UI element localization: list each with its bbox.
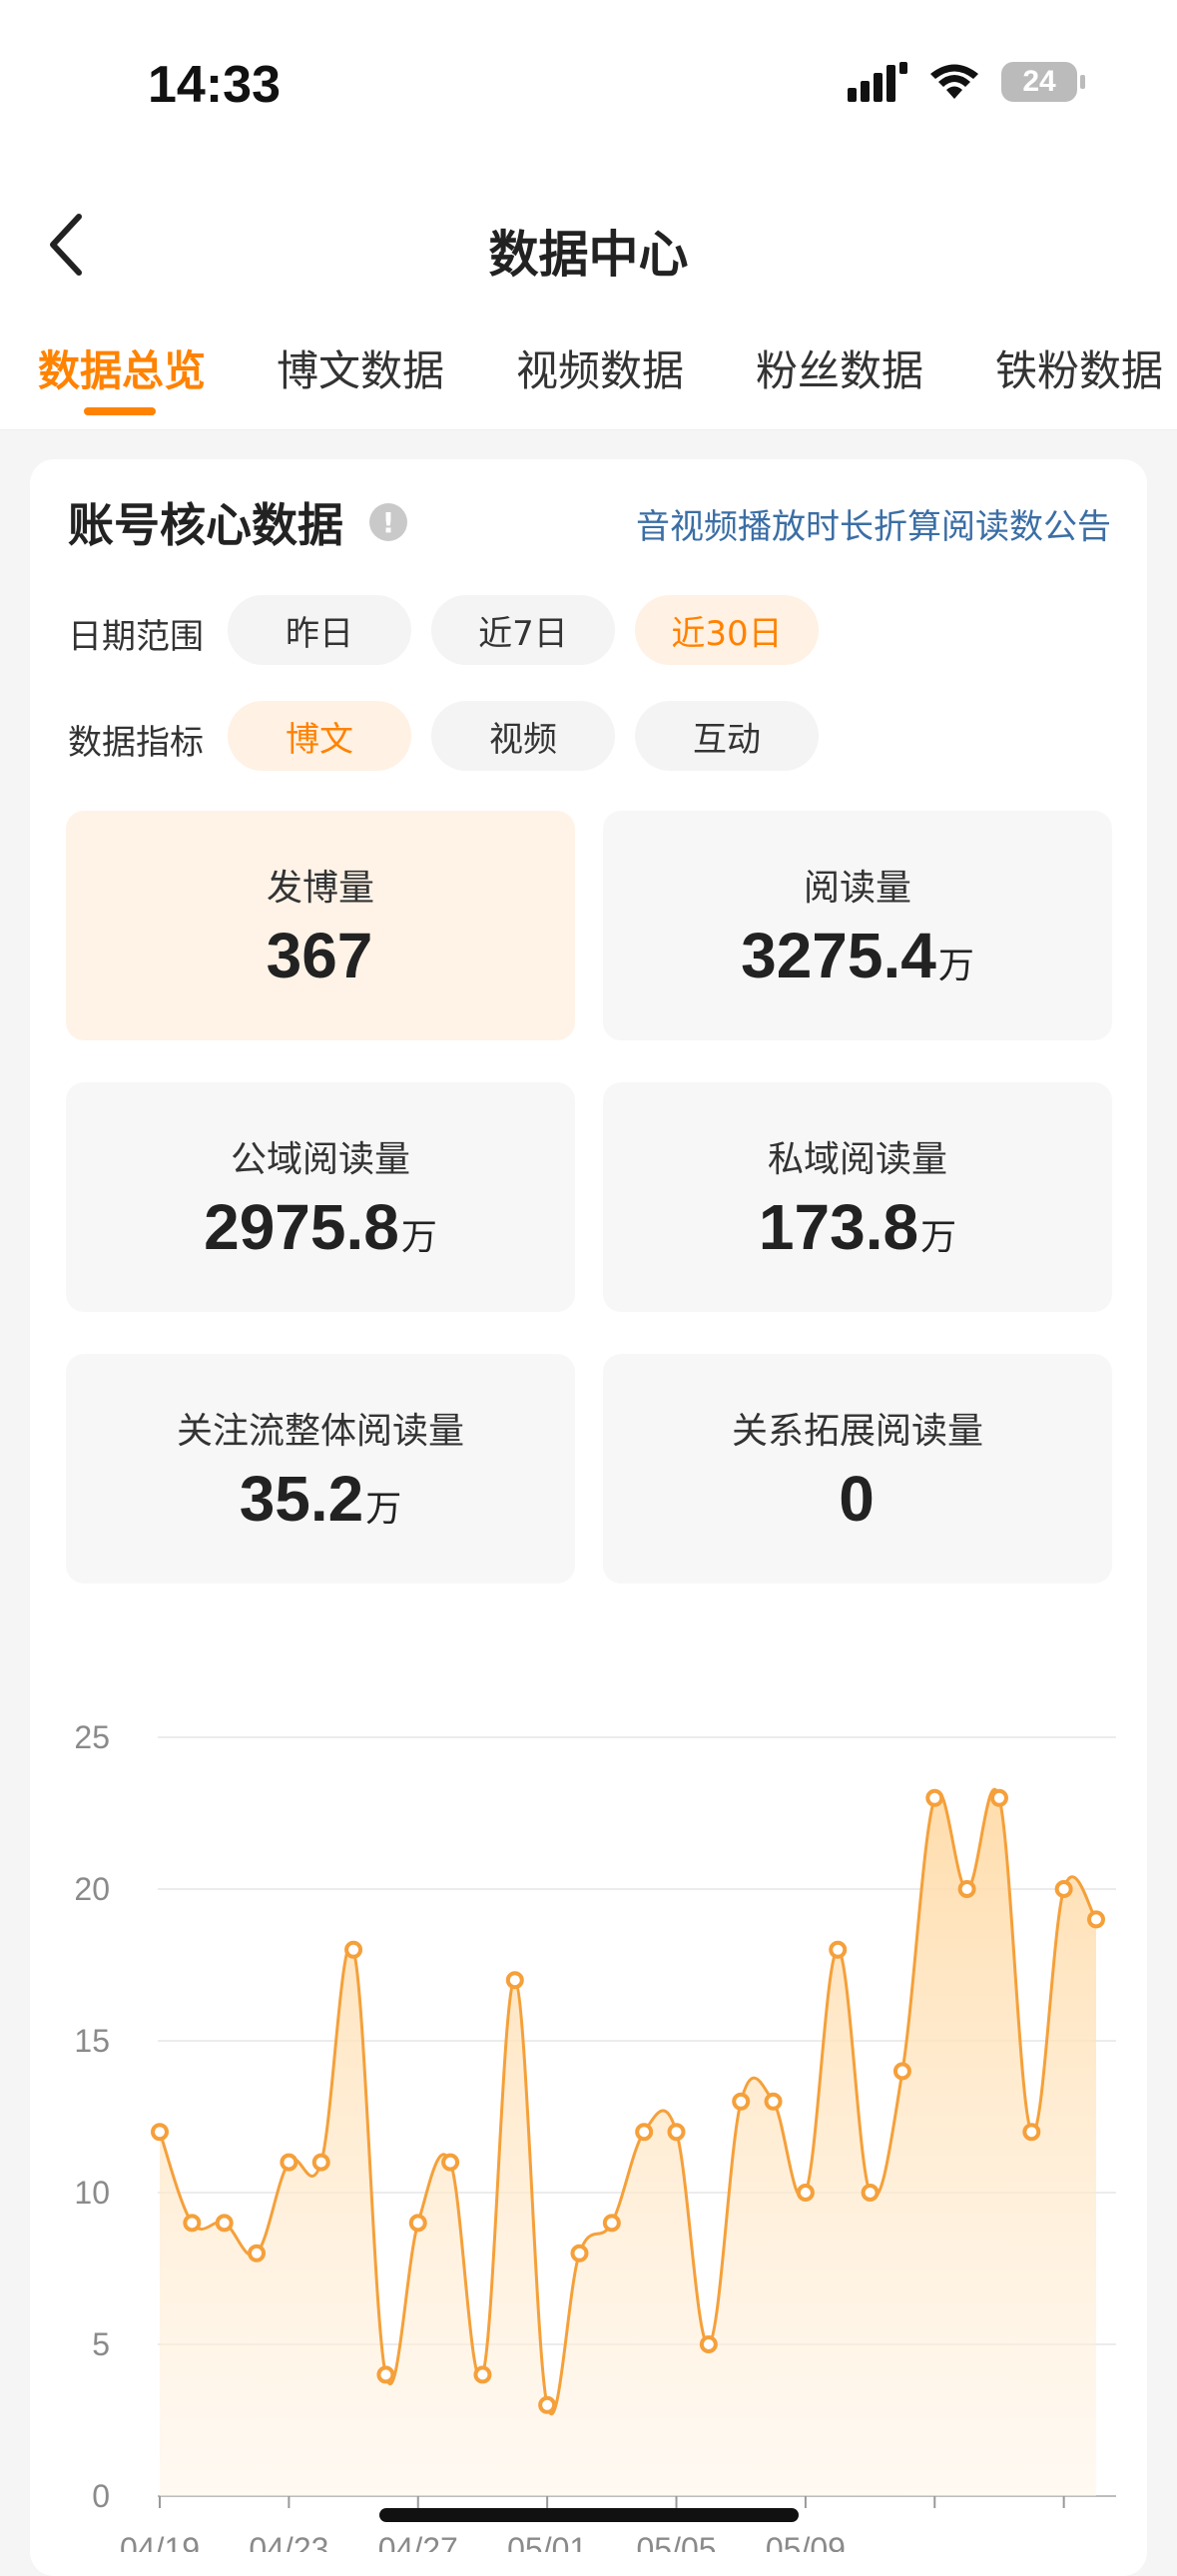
- stat-private-reads[interactable]: 私域阅读量 173.8万: [603, 1082, 1112, 1312]
- data-point[interactable]: [570, 2244, 589, 2262]
- stat-reads[interactable]: 阅读量 3275.4万: [603, 811, 1112, 1040]
- chart-area: [160, 1789, 1096, 2496]
- stat-public-reads[interactable]: 公域阅读量 2975.8万: [66, 1082, 575, 1312]
- tab-iron-fans[interactable]: 铁粉数据: [995, 337, 1163, 398]
- stat-follow-feed-reads[interactable]: 关注流整体阅读量 35.2万: [66, 1354, 575, 1584]
- data-point[interactable]: [441, 2153, 460, 2172]
- y-tick-label: 10: [74, 2175, 110, 2211]
- section-title: 账号核心数据: [68, 498, 343, 552]
- data-point[interactable]: [829, 1940, 848, 1959]
- page-title: 数据中心: [488, 226, 689, 284]
- metric-chip-interaction[interactable]: 互动: [635, 701, 819, 771]
- data-point[interactable]: [280, 2153, 298, 2172]
- stat-post-count[interactable]: 发博量 367: [66, 811, 575, 1040]
- data-point[interactable]: [732, 2092, 751, 2111]
- data-point[interactable]: [989, 1788, 1008, 1807]
- battery-icon: 24: [1001, 62, 1085, 102]
- y-tick-label: 15: [74, 2023, 110, 2059]
- stat-value: 0: [839, 1463, 875, 1535]
- y-tick-label: 25: [74, 1719, 110, 1755]
- x-tick-label: 04/23: [249, 2531, 328, 2552]
- data-point[interactable]: [344, 1940, 363, 1959]
- x-tick-label: 05/09: [766, 2531, 846, 2552]
- data-point[interactable]: [699, 2335, 718, 2353]
- info-icon[interactable]: !: [369, 503, 407, 541]
- data-point[interactable]: [408, 2214, 427, 2233]
- stat-value: 2975.8万: [204, 1191, 437, 1263]
- data-point[interactable]: [861, 2184, 880, 2202]
- stat-value: 3275.4万: [741, 920, 974, 991]
- data-point[interactable]: [764, 2092, 783, 2111]
- data-point[interactable]: [311, 2153, 330, 2172]
- stat-relation-reads[interactable]: 关系拓展阅读量 0: [603, 1354, 1112, 1584]
- data-point[interactable]: [376, 2365, 395, 2384]
- data-point[interactable]: [473, 2365, 492, 2384]
- tab-posts[interactable]: 博文数据: [277, 337, 444, 398]
- data-point[interactable]: [1022, 2123, 1041, 2142]
- data-point[interactable]: [635, 2123, 654, 2142]
- date-chip-30days[interactable]: 近30日: [635, 595, 819, 665]
- y-tick-label: 5: [92, 2326, 110, 2362]
- x-tick-label: 05/01: [507, 2531, 587, 2552]
- stat-value: 35.2万: [239, 1463, 402, 1535]
- data-point[interactable]: [1087, 1910, 1105, 1929]
- metric-chip-video[interactable]: 视频: [431, 701, 615, 771]
- tab-overview[interactable]: 数据总览: [38, 337, 206, 398]
- data-point[interactable]: [1054, 1880, 1073, 1898]
- stat-label: 阅读量: [803, 868, 911, 909]
- data-point[interactable]: [538, 2395, 557, 2414]
- tab-indicator: [84, 407, 156, 415]
- metric-chip-posts[interactable]: 博文: [228, 701, 411, 771]
- y-tick-label: 0: [92, 2478, 110, 2514]
- data-point[interactable]: [151, 2123, 169, 2142]
- data-point[interactable]: [667, 2123, 686, 2142]
- y-tick-label: 20: [74, 1871, 110, 1907]
- data-point[interactable]: [892, 2062, 911, 2081]
- cellular-signal-icon: [848, 62, 907, 102]
- date-chip-7days[interactable]: 近7日: [431, 595, 615, 665]
- data-point[interactable]: [248, 2244, 267, 2262]
- stat-label: 公域阅读量: [230, 1139, 410, 1180]
- x-tick-label: 05/05: [636, 2531, 716, 2552]
- stat-value: 173.8万: [758, 1191, 957, 1263]
- date-range-label: 日期范围: [68, 617, 204, 657]
- stat-label: 关系拓展阅读量: [731, 1411, 983, 1452]
- status-bar: 14:33 24: [0, 0, 1177, 170]
- x-tick-label: 04/19: [120, 2531, 200, 2552]
- data-point[interactable]: [925, 1788, 944, 1807]
- status-icons: 24: [848, 62, 1085, 102]
- metric-label: 数据指标: [68, 723, 204, 763]
- data-point[interactable]: [505, 1971, 524, 1990]
- data-point[interactable]: [957, 1880, 976, 1898]
- data-point[interactable]: [215, 2214, 234, 2233]
- tab-videos[interactable]: 视频数据: [516, 337, 684, 398]
- x-tick-label: 04/27: [378, 2531, 458, 2552]
- wifi-icon: [930, 64, 978, 99]
- tab-fans[interactable]: 粉丝数据: [756, 337, 923, 398]
- tab-bar: 数据总览 博文数据 视频数据 粉丝数据 铁粉数据: [0, 320, 1177, 430]
- stat-value: 367: [266, 920, 373, 991]
- stat-label: 关注流整体阅读量: [176, 1411, 464, 1452]
- data-point[interactable]: [796, 2184, 815, 2202]
- stat-label: 私域阅读量: [767, 1139, 947, 1180]
- data-point[interactable]: [602, 2214, 621, 2233]
- trend-chart: 0 5 10 15 20 25 04/19 04/23 04/27 05/01 05/05 05/0…: [74, 1719, 1116, 2552]
- home-indicator: [379, 2508, 799, 2522]
- notice-link[interactable]: 音视频播放时长折算阅读数公告: [636, 499, 1111, 548]
- status-time: 14:33: [148, 56, 281, 114]
- nav-bar: 数据中心: [0, 170, 1177, 320]
- stat-label: 发博量: [266, 868, 374, 909]
- data-point[interactable]: [183, 2214, 202, 2233]
- date-chip-yesterday[interactable]: 昨日: [228, 595, 411, 665]
